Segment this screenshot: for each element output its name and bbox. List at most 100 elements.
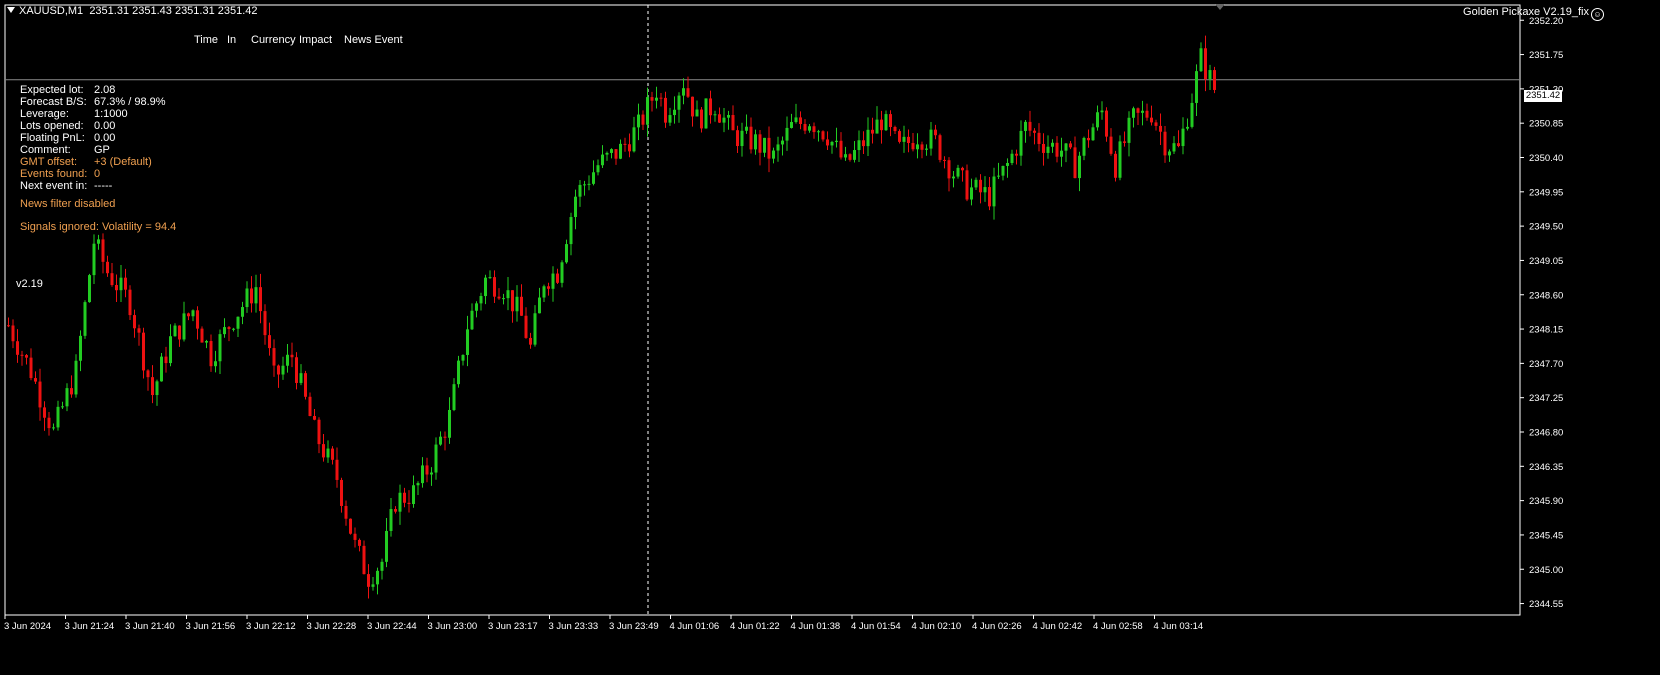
candle-body [155,381,159,396]
y-tick-label: 2348.60 [1529,290,1563,301]
candle-body [673,109,676,116]
candle-body [133,315,136,329]
candle-body [605,152,609,155]
signals-status: Signals ignored: Volatility = 94.4 [20,221,177,233]
candle-body [988,187,991,207]
candle-body [191,310,195,317]
candle-body [1204,48,1207,80]
candle-body [1172,143,1176,152]
candle-body [1123,141,1126,143]
candle-body [871,129,874,134]
candle-body [182,313,186,340]
candle-body [502,298,505,300]
candle-body [1127,117,1131,143]
candle-body [686,88,690,97]
candle-body [281,365,285,375]
candle-body [1105,110,1108,137]
news-col-event: News Event [344,34,403,46]
candle-body [830,141,834,146]
candle-body [1001,165,1005,176]
candle-body [425,465,429,475]
candle-body [592,172,595,184]
candle-body [565,244,568,263]
candle-body [961,167,964,171]
candle-body [772,150,775,159]
candle-body [1213,70,1216,90]
candle-body [115,285,118,291]
candle-body [763,137,766,153]
x-tick-label: 3 Jun 2024 [4,621,51,632]
candle-body [754,134,757,150]
chart-border [4,4,1521,616]
candle-body [1114,153,1117,178]
candle-body [1091,127,1095,141]
smiley-icon[interactable]: ☺ [1591,8,1604,21]
y-tick-label: 2347.70 [1529,359,1563,370]
candle-body [299,373,303,383]
current-price-tag: 2351.42 [1524,90,1562,102]
candle-body [403,492,406,503]
candle-body [1019,130,1023,156]
candle-body [1199,48,1203,72]
candle-body [196,310,199,329]
candle-body [349,518,352,534]
candle-body [785,127,789,141]
candle-body [34,378,37,382]
candle-body [956,167,960,177]
candle-body [920,144,924,150]
candle-body [331,448,334,460]
candle-body [614,149,618,159]
candle-body [997,175,1000,177]
candle-body [835,140,838,142]
ea-label[interactable]: Golden Pickaxe V2.19_fix ☺ [1463,6,1604,21]
x-tick-label: 4 Jun 02:26 [972,621,1022,632]
chart-header[interactable]: XAUUSD,M1 2351.31 2351.43 2351.31 2351.4… [7,5,258,17]
candle-body [398,492,402,512]
x-tick-label: 3 Jun 23:00 [428,621,478,632]
candle-body [515,296,519,312]
candle-body [178,325,181,340]
candle-body [128,289,132,316]
x-tick-label: 4 Jun 02:58 [1093,621,1143,632]
version-label: v2.19 [16,278,43,290]
price-chart[interactable]: 2352.202351.752351.302350.852350.402349.… [0,0,1660,675]
candle-body [538,297,541,314]
y-tick-label: 2349.05 [1529,256,1563,267]
candle-body [875,119,879,134]
candle-body [452,384,456,410]
candle-body [412,485,415,504]
candle-body [799,117,802,125]
candle-body [218,334,222,362]
y-tick-label: 2350.40 [1529,153,1563,164]
candle-body [749,126,753,150]
shift-marker-icon[interactable] [1215,4,1225,10]
candle-body [65,388,69,407]
candle-body [187,313,190,317]
candle-body [376,570,379,585]
dropdown-triangle-icon[interactable] [7,7,15,13]
x-tick-label: 3 Jun 22:28 [307,621,357,632]
candle-body [421,465,424,484]
candle-body [646,97,649,125]
candle-body [470,310,474,330]
candle-body [1006,162,1009,166]
candle-body [1190,102,1194,127]
candle-body [1154,122,1158,126]
x-tick-label: 3 Jun 21:40 [125,621,175,632]
candle-body [1195,71,1198,103]
candle-body [88,275,91,303]
candle-body [304,373,307,397]
candle-body [448,409,451,438]
candle-body [524,315,528,338]
candle-body [124,277,127,290]
candle-body [695,109,699,117]
candle-body [326,448,330,458]
candle-body [934,129,937,136]
x-tick-label: 4 Jun 01:54 [851,621,901,632]
x-tick-label: 3 Jun 21:56 [186,621,236,632]
candle-body [47,417,51,429]
candle-body [812,126,816,133]
y-tick-label: 2351.75 [1529,50,1563,61]
candle-body [628,144,631,152]
candle-body [353,533,357,540]
